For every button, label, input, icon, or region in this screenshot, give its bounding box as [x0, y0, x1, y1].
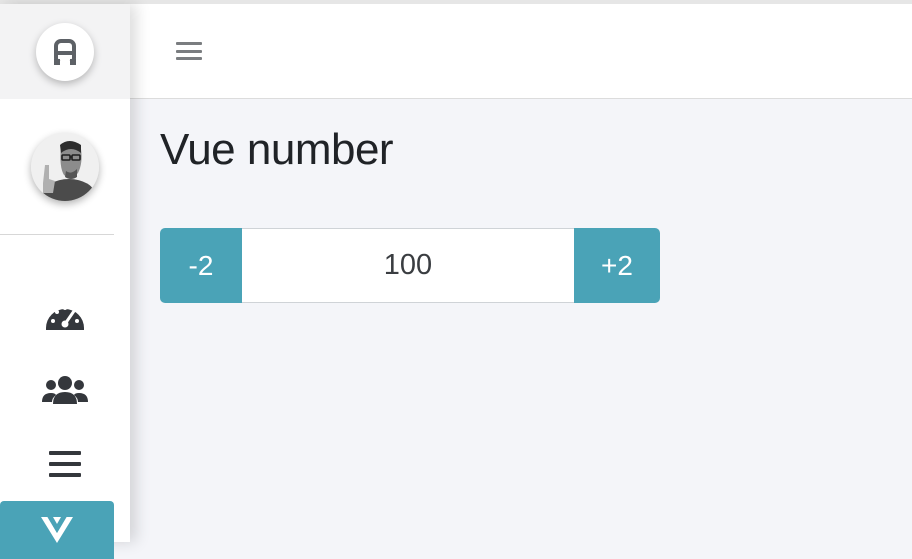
sidebar-item-users[interactable]: [0, 353, 130, 427]
user-panel: [0, 99, 130, 235]
users-icon: [42, 376, 88, 404]
top-header: [130, 4, 912, 99]
list-icon: [49, 451, 81, 477]
sidebar-item-vue[interactable]: [0, 501, 114, 559]
sidebar-item-dashboard[interactable]: [0, 279, 130, 353]
sidebar-nav: [0, 235, 130, 559]
sidebar-item-list[interactable]: [0, 427, 130, 501]
hamburger-icon[interactable]: [176, 40, 202, 62]
brand-area: [0, 4, 130, 99]
sidebar: [0, 4, 130, 559]
sidebar-divider: [0, 234, 114, 235]
number-stepper: -2 +2: [160, 228, 660, 303]
decrement-button[interactable]: -2: [160, 228, 242, 303]
dashboard-gauge-icon: [46, 306, 84, 330]
brand-logo-icon: [50, 38, 80, 67]
avatar-image: [31, 133, 99, 201]
number-input[interactable]: [242, 228, 574, 303]
increment-button[interactable]: +2: [574, 228, 660, 303]
page-title: Vue number: [160, 125, 394, 174]
main-content: Vue number -2 +2: [160, 100, 660, 303]
vue-logo-icon: [41, 517, 73, 543]
avatar[interactable]: [31, 133, 99, 201]
brand-logo[interactable]: [36, 22, 94, 81]
